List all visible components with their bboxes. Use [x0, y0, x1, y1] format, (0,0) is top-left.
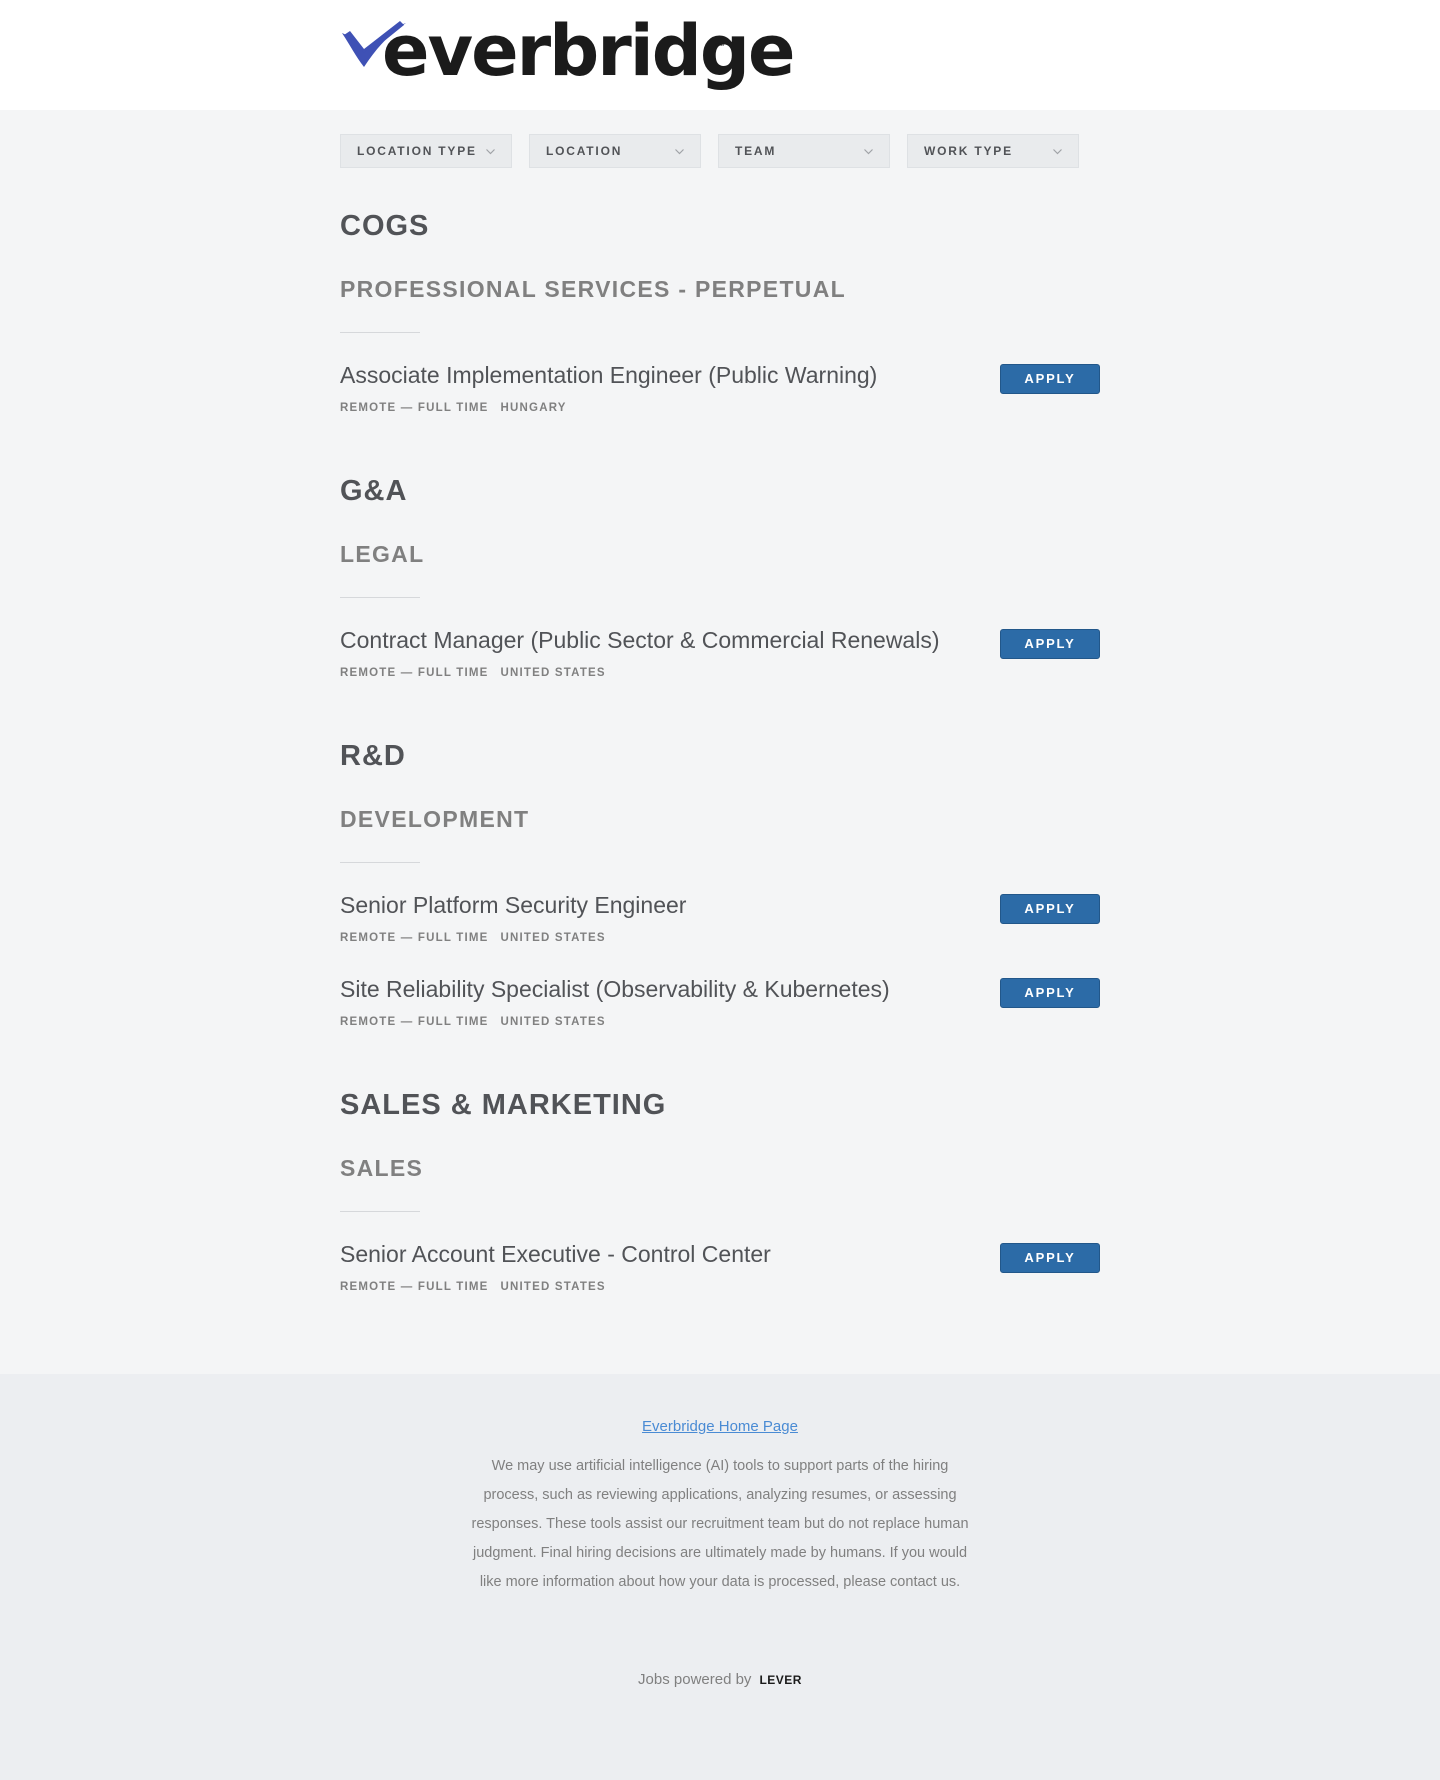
apply-button[interactable]: APPLY — [1000, 1243, 1100, 1273]
posting-row: Senior Account Executive - Control Cente… — [340, 1241, 1100, 1311]
chevron-down-icon — [1053, 149, 1062, 155]
filter-team[interactable]: TEAM — [718, 134, 890, 168]
posting-title[interactable]: Site Reliability Specialist (Observabili… — [340, 976, 890, 1003]
posting-meta: REMOTE — FULL TIME UNITED STATES — [340, 1016, 606, 1028]
posting-row: Senior Platform Security Engineer REMOTE… — [340, 892, 1100, 962]
lever-logo[interactable]: LEVER — [759, 1673, 802, 1687]
home-page-link[interactable]: Everbridge Home Page — [0, 1418, 1440, 1435]
posting-meta: REMOTE — FULL TIME HUNGARY — [340, 402, 567, 414]
posting-row: Associate Implementation Engineer (Publi… — [340, 362, 1100, 432]
ai-disclaimer: We may use artificial intelligence (AI) … — [471, 1458, 969, 1590]
filter-location[interactable]: LOCATION — [529, 134, 701, 168]
posting-commitment: REMOTE — FULL TIME — [340, 1016, 489, 1028]
section-divider — [340, 597, 420, 598]
department-title: COGS — [340, 210, 430, 242]
posting-title[interactable]: Contract Manager (Public Sector & Commer… — [340, 627, 940, 654]
filter-label: LOCATION TYPE — [357, 144, 477, 158]
powered-by: Jobs powered by LEVER — [0, 1671, 1440, 1688]
chevron-down-icon — [864, 149, 873, 155]
team-title: PROFESSIONAL SERVICES - PERPETUAL — [340, 276, 846, 302]
posting-row: Site Reliability Specialist (Observabili… — [340, 976, 1100, 1046]
apply-button[interactable]: APPLY — [1000, 978, 1100, 1008]
section-divider — [340, 862, 420, 863]
posting-meta: REMOTE — FULL TIME UNITED STATES — [340, 1281, 606, 1293]
filter-work-type[interactable]: WORK TYPE — [907, 134, 1079, 168]
powered-by-text: Jobs powered by — [638, 1671, 752, 1688]
chevron-down-icon — [675, 149, 684, 155]
page-header: everbridge ™ — [0, 0, 1440, 110]
department-title: SALES & MARKETING — [340, 1089, 667, 1121]
posting-commitment: REMOTE — FULL TIME — [340, 667, 489, 679]
filter-location-type[interactable]: LOCATION TYPE — [340, 134, 512, 168]
team-title: DEVELOPMENT — [340, 806, 530, 832]
posting-title[interactable]: Senior Account Executive - Control Cente… — [340, 1241, 771, 1268]
filter-label: TEAM — [735, 144, 777, 158]
chevron-down-icon — [486, 149, 495, 155]
everbridge-logo[interactable]: everbridge ™ — [340, 10, 795, 100]
posting-location: UNITED STATES — [500, 667, 606, 679]
posting-meta: REMOTE — FULL TIME UNITED STATES — [340, 932, 606, 944]
posting-meta: REMOTE — FULL TIME UNITED STATES — [340, 667, 606, 679]
posting-title[interactable]: Associate Implementation Engineer (Publi… — [340, 362, 877, 389]
apply-button[interactable]: APPLY — [1000, 629, 1100, 659]
posting-location: HUNGARY — [500, 402, 567, 414]
posting-location: UNITED STATES — [500, 1016, 606, 1028]
department-title: G&A — [340, 475, 408, 507]
posting-title[interactable]: Senior Platform Security Engineer — [340, 892, 686, 919]
apply-button[interactable]: APPLY — [1000, 364, 1100, 394]
logo-wordmark: everbridge — [382, 10, 795, 92]
posting-commitment: REMOTE — FULL TIME — [340, 402, 489, 414]
filter-label: WORK TYPE — [924, 144, 1013, 158]
logo-trademark: ™ — [714, 41, 725, 53]
posting-commitment: REMOTE — FULL TIME — [340, 1281, 489, 1293]
posting-location: UNITED STATES — [500, 1281, 606, 1293]
page-footer: Everbridge Home Page We may use artifici… — [0, 1374, 1440, 1780]
section-divider — [340, 1211, 420, 1212]
posting-location: UNITED STATES — [500, 932, 606, 944]
section-divider — [340, 332, 420, 333]
team-title: LEGAL — [340, 541, 425, 567]
team-title: SALES — [340, 1155, 424, 1181]
posting-commitment: REMOTE — FULL TIME — [340, 932, 489, 944]
department-title: R&D — [340, 740, 406, 772]
apply-button[interactable]: APPLY — [1000, 894, 1100, 924]
filter-label: LOCATION — [546, 144, 623, 158]
posting-row: Contract Manager (Public Sector & Commer… — [340, 627, 1100, 697]
